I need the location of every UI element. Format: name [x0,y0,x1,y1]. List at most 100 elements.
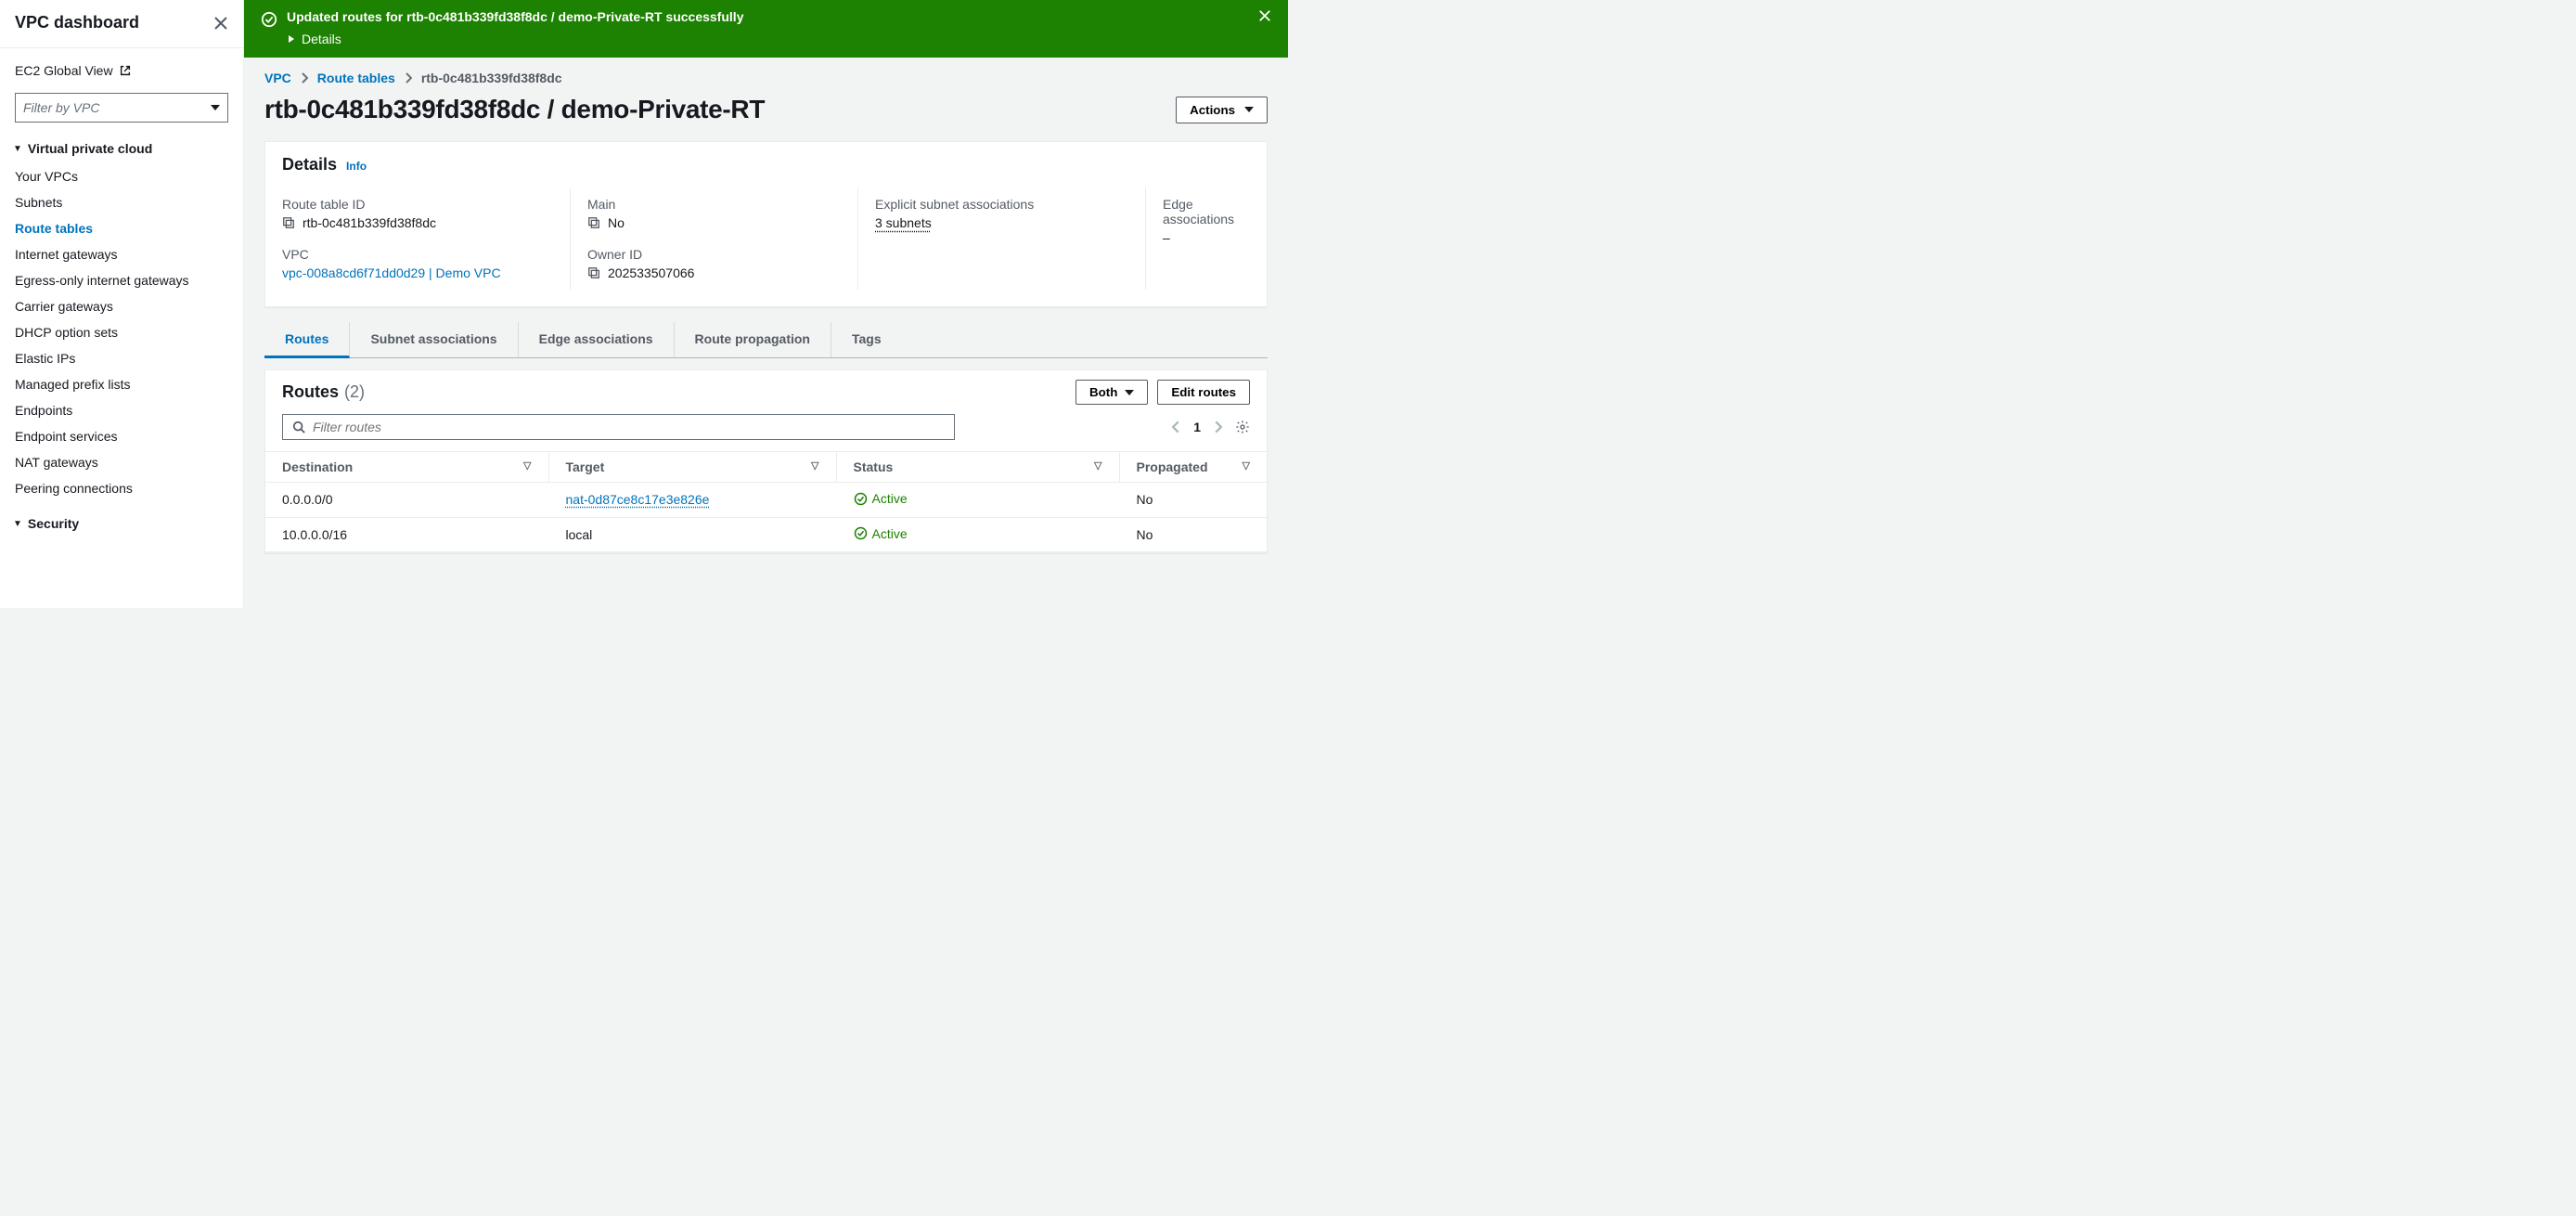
cell-destination: 10.0.0.0/16 [265,517,548,552]
edit-routes-label: Edit routes [1171,385,1236,399]
table-row: 0.0.0.0/0 nat-0d87ce8c17e3e826e Active N… [265,483,1267,518]
tab-edge-associations[interactable]: Edge associations [519,322,675,357]
sidebar-item-dhcp[interactable]: DHCP option sets [15,319,228,345]
tabs: Routes Subnet associations Edge associat… [264,322,1268,358]
prev-page-button[interactable] [1172,420,1180,433]
sidebar-item-carrier-gateways[interactable]: Carrier gateways [15,293,228,319]
filter-routes-input[interactable] [313,420,945,434]
check-circle-icon [854,526,868,540]
main-content: Updated routes for rtb-0c481b339fd38f8dc… [244,0,1288,608]
edge-assoc-value: – [1163,230,1234,245]
chevron-down-icon [1244,107,1254,112]
status-badge: Active [854,526,908,541]
breadcrumb: VPC Route tables rtb-0c481b339fd38f8dc [244,58,1288,85]
subnet-assoc-label: Explicit subnet associations [875,197,1128,212]
cell-propagated: No [1119,483,1267,518]
edit-routes-button[interactable]: Edit routes [1157,380,1250,405]
both-label: Both [1089,385,1117,399]
copy-icon[interactable] [587,266,600,279]
sort-icon: ▽ [523,459,531,472]
column-destination[interactable]: Destination▽ [265,452,548,483]
next-page-button[interactable] [1214,420,1222,433]
sidebar-item-endpoint-services[interactable]: Endpoint services [15,423,228,449]
tab-tags[interactable]: Tags [831,322,902,357]
search-icon [292,420,305,433]
ec2-link-label: EC2 Global View [15,63,113,78]
actions-button[interactable]: Actions [1176,97,1268,123]
copy-icon[interactable] [587,216,600,229]
main-label: Main [587,197,841,212]
table-row: 10.0.0.0/16 local Active No [265,517,1267,552]
caret-down-icon: ▼ [13,144,22,154]
sidebar-item-managed-prefix[interactable]: Managed prefix lists [15,371,228,397]
sidebar-title: VPC dashboard [15,13,139,32]
vpc-label: VPC [282,247,553,262]
section-label: Security [28,516,79,531]
sidebar-header: VPC dashboard [0,0,243,48]
breadcrumb-current: rtb-0c481b339fd38f8dc [421,71,562,85]
banner-close-button[interactable] [1258,9,1271,22]
chevron-right-icon [405,72,412,84]
subnet-assoc-link[interactable]: 3 subnets [875,215,1128,230]
page-title: rtb-0c481b339fd38f8dc / demo-Private-RT [264,95,765,124]
cell-destination: 0.0.0.0/0 [265,483,548,518]
close-icon[interactable] [213,16,228,31]
tab-route-propagation[interactable]: Route propagation [675,322,831,357]
owner-value: 202533507066 [608,265,694,280]
sidebar-item-peering[interactable]: Peering connections [15,475,228,501]
ec2-global-view-link[interactable]: EC2 Global View [15,63,228,78]
routes-panel: Routes (2) Both Edit routes [264,369,1268,553]
column-target[interactable]: Target▽ [548,452,836,483]
caret-down-icon: ▼ [13,519,22,529]
routes-heading: Routes [282,382,339,402]
success-check-icon [261,11,277,28]
sidebar-item-route-tables[interactable]: Route tables [15,215,228,241]
tab-subnet-associations[interactable]: Subnet associations [350,322,518,357]
target-link[interactable]: nat-0d87ce8c17e3e826e [566,492,710,507]
banner-details-toggle[interactable]: Details [287,32,1247,46]
copy-icon[interactable] [282,216,295,229]
sidebar-item-egress-only[interactable]: Egress-only internet gateways [15,267,228,293]
success-banner: Updated routes for rtb-0c481b339fd38f8dc… [244,0,1288,58]
pager: 1 [1172,420,1250,434]
routes-table: Destination▽ Target▽ Status▽ Propagated▽… [265,451,1267,552]
cell-propagated: No [1119,517,1267,552]
breadcrumb-vpc[interactable]: VPC [264,71,291,85]
settings-gear-icon[interactable] [1235,420,1250,434]
section-vpc-header[interactable]: ▼ Virtual private cloud [13,141,228,156]
sidebar-body: EC2 Global View Filter by VPC ▼ Virtual … [0,48,243,553]
chevron-down-icon [1125,390,1134,395]
status-badge: Active [854,491,908,506]
filter-placeholder: Filter by VPC [23,100,99,115]
section-security-header[interactable]: ▼ Security [13,516,228,531]
sidebar: VPC dashboard EC2 Global View Filter by … [0,0,244,608]
filter-routes-search[interactable] [282,414,955,440]
sidebar-item-elastic-ips[interactable]: Elastic IPs [15,345,228,371]
caret-right-icon [287,34,296,44]
external-link-icon [119,64,132,77]
both-filter-button[interactable]: Both [1075,380,1148,405]
banner-details-label: Details [302,32,341,46]
sidebar-item-nat-gateways[interactable]: NAT gateways [15,449,228,475]
sort-icon: ▽ [1094,459,1101,472]
details-heading: Details [282,155,337,175]
chevron-down-icon [211,105,220,110]
info-link[interactable]: Info [346,160,367,173]
check-circle-icon [854,492,868,506]
chevron-right-icon [301,72,308,84]
tab-routes[interactable]: Routes [264,322,350,358]
breadcrumb-route-tables[interactable]: Route tables [317,71,395,85]
page-number: 1 [1193,420,1201,434]
sidebar-item-your-vpcs[interactable]: Your VPCs [15,163,228,189]
sidebar-item-internet-gateways[interactable]: Internet gateways [15,241,228,267]
sidebar-item-endpoints[interactable]: Endpoints [15,397,228,423]
column-status[interactable]: Status▽ [836,452,1119,483]
sidebar-item-subnets[interactable]: Subnets [15,189,228,215]
sort-icon: ▽ [1243,459,1250,472]
column-propagated[interactable]: Propagated▽ [1119,452,1267,483]
filter-by-vpc-select[interactable]: Filter by VPC [15,93,228,123]
sort-icon: ▽ [811,459,818,472]
route-table-id-value: rtb-0c481b339fd38f8dc [303,215,436,230]
details-panel: Details Info Route table ID rtb-0c481b33… [264,141,1268,307]
vpc-link[interactable]: vpc-008a8cd6f71dd0d29 | Demo VPC [282,265,553,280]
